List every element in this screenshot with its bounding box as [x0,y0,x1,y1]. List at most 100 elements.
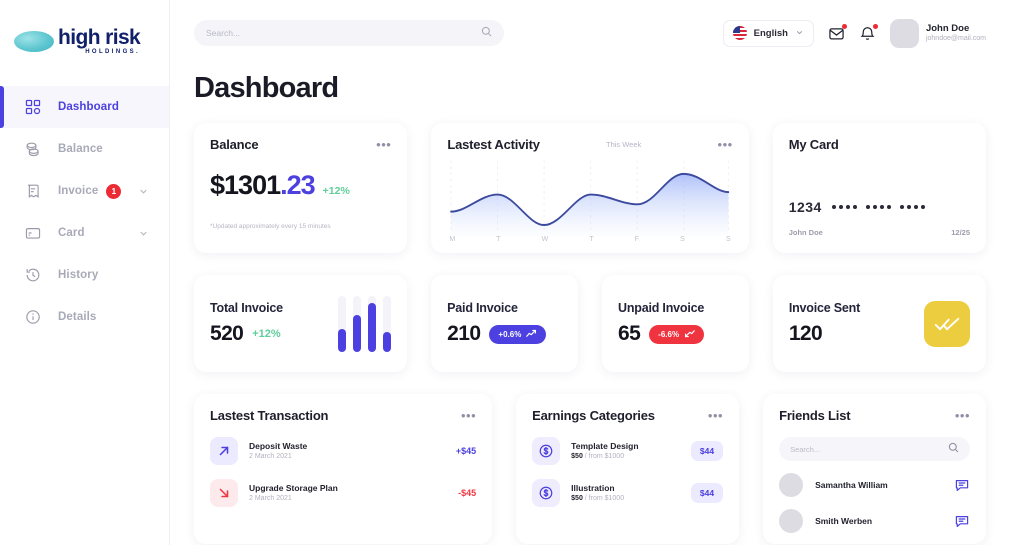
total-invoice-value: 520 [210,322,244,345]
earnings-row[interactable]: Illustration $50 / from $1000 $44 [532,479,724,507]
total-invoice-card: Total Invoice 520 +12% [194,275,408,372]
invoice-sent-text: Invoice Sent 120 [789,301,860,346]
transaction-amount: -$45 [458,488,477,498]
avatar [779,509,804,533]
sidebar-label-details: Details [58,311,97,323]
coins-icon [22,138,44,160]
sidebar-label-history: History [58,269,99,281]
friend-name: Smith Werben [815,516,873,526]
transaction-date: 2 March 2021 [249,453,292,461]
mail-unread-dot [841,23,847,29]
my-card-header: My Card [789,137,970,152]
notifications-button[interactable] [859,23,878,42]
cards-row-3: Lastest Transaction ••• Deposit Waste 2 … [194,394,986,544]
transaction-row[interactable]: Upgrade Storage Plan 2 March 2021 -$45 [210,479,476,507]
friend-row[interactable]: Smith Werben [779,509,970,533]
sidebar: high risk HOLDINGS. Dashboard Balance In… [0,0,170,545]
invoice-icon [22,180,44,202]
invoice-sent-value: 120 [788,322,823,345]
chevron-down-icon[interactable] [138,186,149,197]
total-invoice-values: 520 +12% [210,322,283,346]
user-name: John Doe [925,22,970,34]
friends-menu-button[interactable]: ••• [955,409,970,422]
sidebar-badge-invoice: 1 [106,183,122,199]
notification-unread-dot [872,23,878,29]
card-footer: John Doe 12/25 [789,228,970,237]
friends-search-box[interactable] [779,437,970,461]
sidebar-item-card[interactable]: Card [0,212,169,254]
balance-percent: +12% [322,185,350,197]
unpaid-invoice-text: Unpaid Invoice 65 -6.6% [618,301,704,346]
total-invoice-label: Total Invoice [210,301,283,315]
sidebar-label-card: Card [58,227,85,239]
cards-row-2: Total Invoice 520 +12% Paid Invoice 210 … [194,275,986,372]
app-root: high risk HOLDINGS. Dashboard Balance In… [0,0,1014,545]
chevron-down-icon[interactable] [138,228,149,239]
friends-search-input[interactable] [790,444,948,454]
earnings-price: $50 [571,495,583,503]
avatar [779,473,804,497]
card-number-masked [831,205,925,209]
arrow-up-right-icon [210,437,238,465]
sidebar-item-invoice[interactable]: Invoice 1 [0,170,169,212]
balance-currency: $ [210,170,225,200]
axis-tick: M [449,236,456,243]
invoice-sent-label: Invoice Sent [788,301,861,315]
axis-tick: S [680,236,685,243]
dollar-coin-icon [532,437,561,465]
search-input[interactable] [206,28,481,38]
transaction-row[interactable]: Deposit Waste 2 March 2021 +$45 [210,437,476,465]
balance-amount: $ 1301 .23 +12% [210,170,391,201]
double-check-icon [924,300,970,347]
balance-decimal: .23 [280,170,316,200]
paid-invoice-value: 210 [447,322,481,345]
transactions-card: Lastest Transaction ••• Deposit Waste 2 … [194,394,493,544]
sidebar-item-history[interactable]: History [0,254,169,296]
activity-axis-labels: M T W T F S S [447,236,732,247]
chat-bubble-icon[interactable] [954,477,970,493]
grid-icon [22,96,44,118]
earnings-sub: $50 / from $1000 [571,452,638,461]
transactions-menu-button[interactable]: ••• [461,409,476,422]
chat-bubble-icon[interactable] [954,513,970,529]
earnings-from: / from $1000 [584,495,625,503]
friend-row[interactable]: Samantha William [779,473,970,497]
minibar-track [338,295,347,352]
mail-button[interactable] [828,23,847,42]
sidebar-item-details[interactable]: Details [0,296,169,338]
earnings-amount: $44 [690,483,724,503]
activity-chart-area [451,173,729,236]
invoice-sent-card: Invoice Sent 120 [772,275,986,372]
paid-invoice-text: Paid Invoice 210 +0.6% [447,301,547,346]
brand-logo[interactable]: high risk HOLDINGS. [0,0,169,60]
main-content: English [170,0,1014,545]
total-invoice-text: Total Invoice 520 +12% [210,301,283,346]
paid-invoice-label: Paid Invoice [447,301,518,315]
sidebar-item-balance[interactable]: Balance [0,128,169,170]
sidebar-item-dashboard[interactable]: Dashboard [0,86,169,128]
search-box[interactable] [194,20,504,46]
language-selector[interactable]: English [722,19,814,47]
user-meta: John Doe johndoe@mail.com [926,23,986,44]
trend-up-icon [526,329,537,340]
friend-name: Samantha William [815,480,888,490]
user-profile[interactable]: John Doe johndoe@mail.com [889,18,986,48]
balance-card-menu-button[interactable]: ••• [376,138,391,151]
masked-group [899,205,925,209]
earnings-row[interactable]: Template Design $50 / from $1000 $44 [532,437,724,465]
activity-card-menu-button[interactable]: ••• [718,138,733,151]
unpaid-invoice-card: Unpaid Invoice 65 -6.6% [602,275,749,372]
transactions-header: Lastest Transaction ••• [210,408,476,423]
paid-invoice-trend-badge: +0.6% [489,324,547,344]
earnings-sub: $50 / from $1000 [571,494,624,503]
card-number-prefix: 1234 [788,199,822,215]
us-flag-icon [732,26,747,40]
axis-tick: T [496,236,501,243]
logo-text: high risk HOLDINGS. [58,27,141,55]
earnings-menu-button[interactable]: ••• [708,409,723,422]
activity-card-header: Lastest Activity This Week ••• [447,137,732,152]
topbar-right: English John Doe johndoe@mail.com [722,18,986,48]
activity-card: Lastest Activity This Week ••• M T W T F… [431,123,749,253]
earnings-text: Template Design $50 / from $1000 [571,441,638,462]
paid-invoice-percent: +0.6% [498,329,522,339]
